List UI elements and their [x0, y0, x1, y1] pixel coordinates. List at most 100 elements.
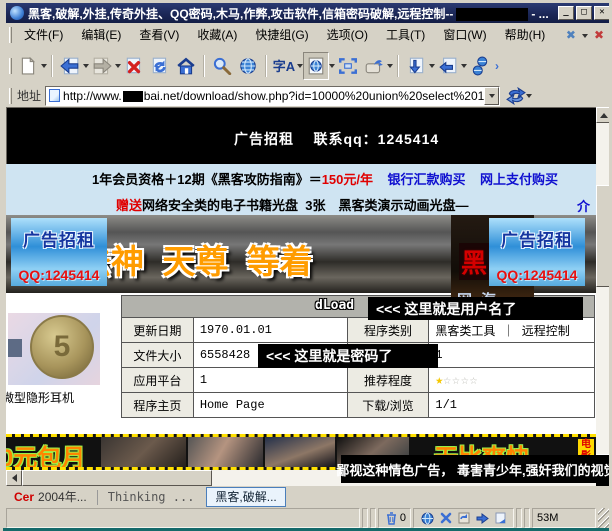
- popup-killer-dropdown[interactable]: [582, 34, 588, 41]
- undo-close-button[interactable]: [435, 52, 461, 80]
- trash-panel[interactable]: 0: [378, 508, 411, 528]
- menu-options[interactable]: 选项(O): [318, 24, 377, 46]
- go-dropdown[interactable]: [526, 94, 532, 101]
- gift-banner: 赠送网络安全类的电子书籍光盘 3张 黑客类演示动画光盘—: [6, 193, 596, 215]
- horizontal-scroll-thumb[interactable]: [22, 470, 212, 486]
- back-button[interactable]: [57, 52, 83, 80]
- capture-button[interactable]: [335, 52, 361, 80]
- popup-kill-all-icon[interactable]: ✖: [594, 28, 604, 42]
- forward-button[interactable]: [89, 52, 115, 80]
- status-panel: [362, 508, 368, 528]
- popup-killer-icon[interactable]: ✖: [566, 28, 576, 42]
- ad-banner-right-title: 广告招租: [489, 226, 585, 251]
- toolbar-separator: [397, 55, 399, 77]
- collector-dropdown[interactable]: [387, 64, 393, 71]
- search-icon: [212, 57, 232, 75]
- download-button[interactable]: [403, 52, 429, 80]
- top-ad-text[interactable]: 广告招租 联系qq：1245414: [234, 129, 439, 149]
- vertical-scrollbar[interactable]: [596, 107, 612, 470]
- title-redaction-box: [456, 8, 528, 21]
- row-label: 程序类别: [347, 318, 429, 343]
- maximize-button[interactable]: □: [576, 6, 592, 20]
- close-button[interactable]: ✕: [594, 6, 610, 20]
- download-icon: [406, 57, 426, 75]
- status-forward-icon[interactable]: [476, 513, 489, 524]
- vertical-scroll-thumb[interactable]: [596, 185, 612, 287]
- address-dropdown-button[interactable]: [484, 87, 499, 105]
- scroll-left-button[interactable]: [6, 470, 22, 486]
- menu-groups[interactable]: 快捷组(G): [246, 24, 317, 46]
- new-page-button[interactable]: [15, 52, 41, 80]
- toolbar-overflow-chevron[interactable]: ›: [495, 59, 499, 73]
- stop-icon: [124, 57, 144, 75]
- translate-button[interactable]: 字A: [271, 52, 297, 80]
- menu-edit[interactable]: 编辑(E): [72, 24, 130, 46]
- status-refresh-icon[interactable]: [458, 512, 470, 524]
- row-value: 黑客类工具 ｜ 远程控制: [429, 318, 595, 343]
- membership-price: 150元/年: [322, 169, 373, 188]
- tab-1[interactable]: Cer2004年...: [6, 488, 95, 506]
- menu-window[interactable]: 窗口(W): [434, 24, 495, 46]
- table-row: 更新日期 1970.01.01 程序类别 黑客类工具 ｜ 远程控制: [122, 318, 595, 343]
- menu-favorites[interactable]: 收藏(A): [188, 24, 246, 46]
- toolbar-drag-handle[interactable]: [9, 58, 12, 74]
- membership-banner: 1年会员资格＋12期《黑客攻防指南》＝150元/年 银行汇款购买 网上支付购买: [6, 164, 596, 193]
- tab-2[interactable]: Thinking ...: [100, 488, 203, 506]
- ad-banner-right[interactable]: 广告招租 QQ:1245414: [489, 218, 585, 286]
- trash-icon: [386, 512, 397, 525]
- row-label: 应用平台: [122, 368, 194, 393]
- memory-usage-panel: 53M: [532, 508, 596, 528]
- row-label: 下载/浏览: [347, 393, 429, 418]
- undo-icon: [438, 57, 458, 75]
- addressbar-drag-handle[interactable]: [9, 88, 12, 104]
- view-globe-icon: [307, 57, 325, 75]
- view-mode-button[interactable]: [303, 52, 329, 80]
- scroll-up-button[interactable]: [596, 107, 612, 123]
- ad-photo: [188, 437, 263, 467]
- ad-banner-left[interactable]: 广告招租 QQ:1245414: [11, 218, 107, 286]
- globe-icon: [238, 57, 258, 75]
- collector-icon: [364, 57, 384, 75]
- row-value: 1/1: [429, 393, 595, 418]
- row-label: 程序主页: [122, 393, 194, 418]
- go-button[interactable]: [506, 87, 526, 105]
- coin-ad-image[interactable]: 5: [8, 313, 100, 385]
- menu-bar: 文件(F) 编辑(E) 查看(V) 收藏(A) 快捷组(G) 选项(O) 工具(…: [6, 23, 612, 47]
- row-value[interactable]: Home Page: [193, 393, 347, 418]
- online-payment-link[interactable]: 网上支付购买: [480, 169, 558, 188]
- status-panel: [370, 508, 376, 528]
- menu-tools[interactable]: 工具(T): [377, 24, 434, 46]
- proxy-button[interactable]: [467, 52, 493, 80]
- new-page-icon: [19, 57, 37, 75]
- menu-view[interactable]: 查看(V): [130, 24, 188, 46]
- status-panel: [516, 508, 522, 528]
- url-redaction-box: [123, 91, 143, 102]
- status-stop-icon[interactable]: [440, 512, 452, 524]
- address-url[interactable]: http://www.bai.net/download/show.php?id=…: [63, 89, 499, 103]
- menu-help[interactable]: 帮助(H): [496, 24, 555, 46]
- address-input[interactable]: http://www.bai.net/download/show.php?id=…: [45, 86, 500, 106]
- bank-payment-link[interactable]: 银行汇款购买: [387, 169, 465, 188]
- menubar-drag-handle[interactable]: [9, 27, 12, 43]
- title-bar[interactable]: 黑客,破解,外挂,传奇外挂、QQ密码,木马,作弊,攻击软件,信箱密码破解,远程控…: [6, 3, 612, 23]
- stop-button[interactable]: [121, 52, 147, 80]
- collector-button[interactable]: [361, 52, 387, 80]
- minimize-button[interactable]: _: [558, 6, 574, 20]
- status-page-icon[interactable]: [495, 512, 506, 524]
- search-button[interactable]: [209, 52, 235, 80]
- resize-grip[interactable]: [598, 508, 612, 528]
- row-value: 1970.01.01: [193, 318, 347, 343]
- browser-globe-button[interactable]: [235, 52, 261, 80]
- refresh-button[interactable]: [147, 52, 173, 80]
- status-bar: 0 53M: [6, 508, 612, 528]
- home-button[interactable]: [173, 52, 199, 80]
- menu-file[interactable]: 文件(F): [15, 24, 72, 46]
- gift-intro-link[interactable]: 介: [577, 196, 590, 215]
- new-page-dropdown[interactable]: [41, 64, 47, 71]
- chevron-down-icon: [489, 94, 495, 101]
- tab-3-active[interactable]: 黑客,破解...: [206, 487, 285, 507]
- row-value: 1: [429, 343, 595, 368]
- status-globe-icon[interactable]: [421, 512, 434, 525]
- bottom-ad-left-text: 0元包月: [6, 438, 85, 470]
- go-icon: [506, 87, 526, 105]
